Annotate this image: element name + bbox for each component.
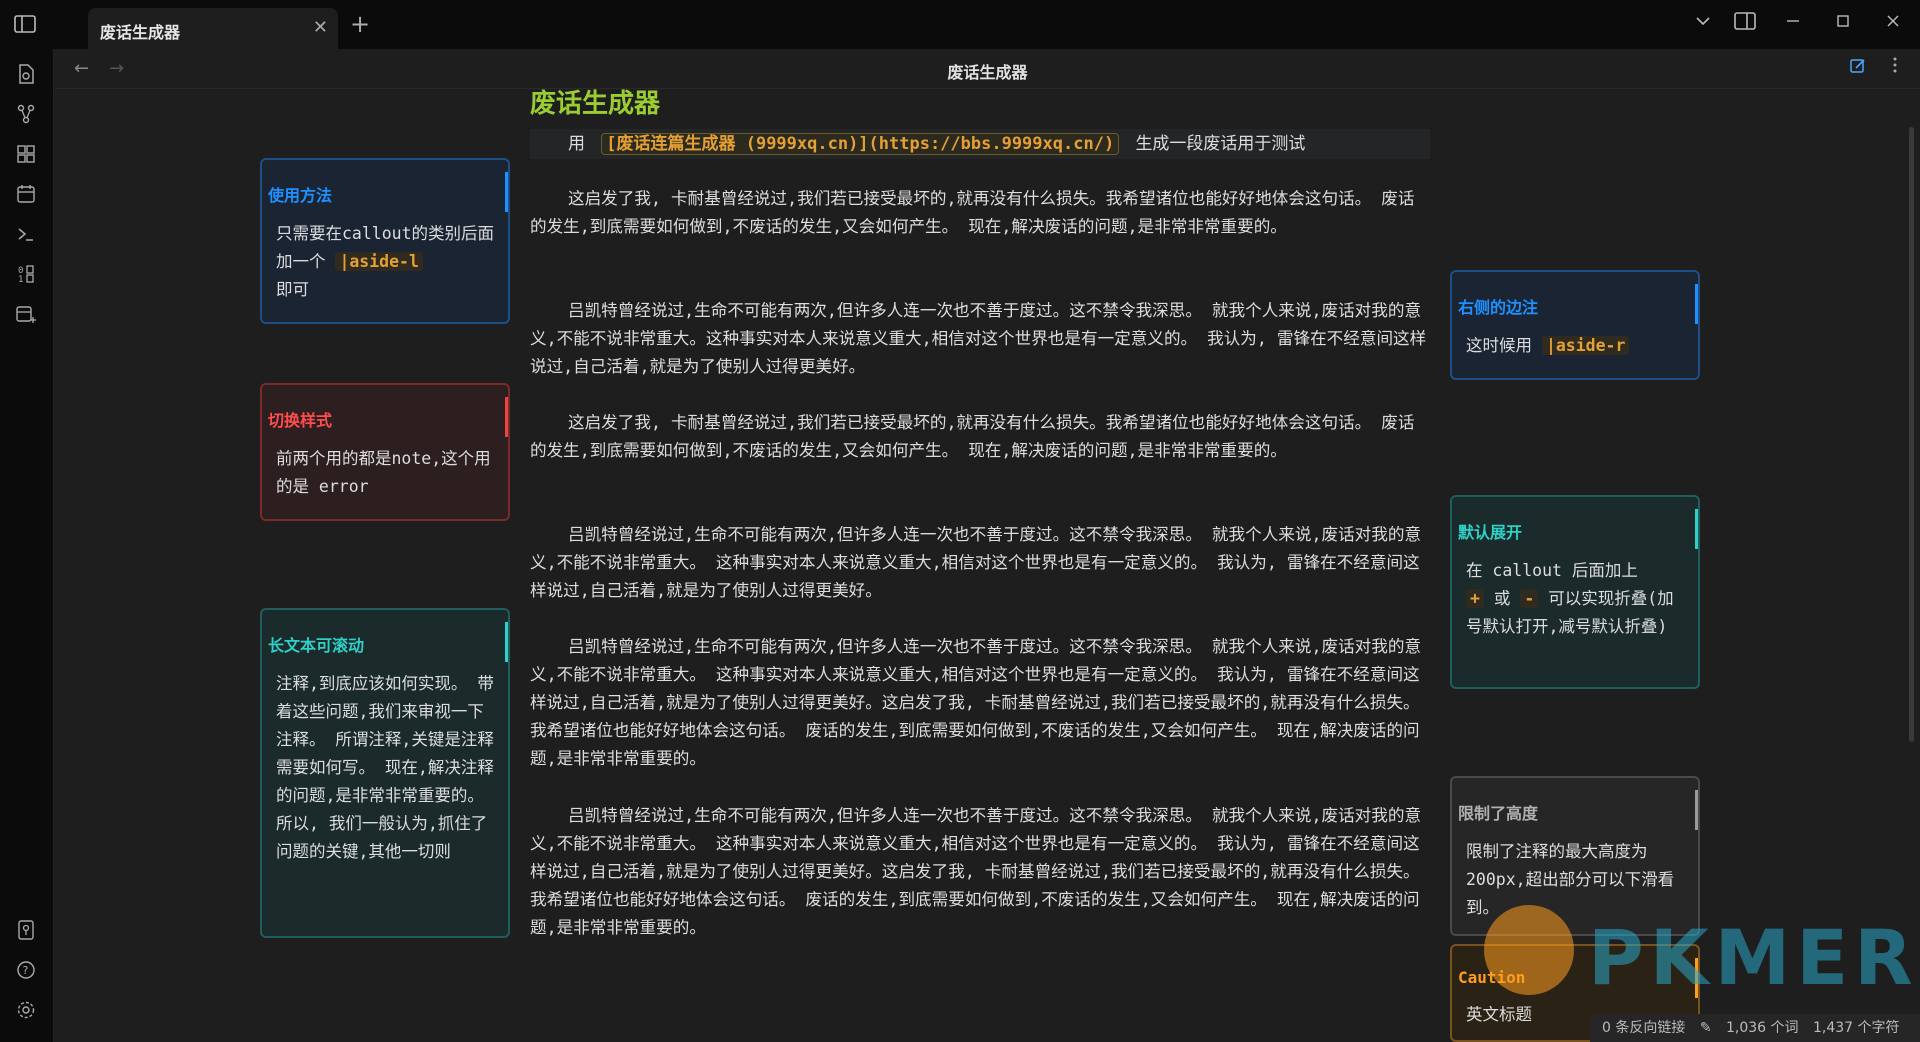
paragraph: 吕凯特曾经说过,生命不可能有两次,但许多人连一次也不善于度过。这不禁令我深思。 …: [530, 525, 1422, 600]
callout-text: 这时候用: [1466, 336, 1532, 355]
sidebar-toggle-icon[interactable]: [14, 14, 40, 36]
callout-title: 限制了高度: [1458, 804, 1539, 823]
paragraph: 吕凯特曾经说过,生命不可能有两次,但许多人连一次也不善于度过。这不禁令我深思。 …: [530, 301, 1427, 376]
callout-accent-bar: [505, 397, 508, 437]
callout-default-expand[interactable]: 默认展开 在 callout 后面加上 + 或 - 可以实现折叠(加号默认打开,…: [1450, 495, 1700, 689]
callout-title: 切换样式: [268, 411, 333, 430]
callout-title: Caution: [1458, 968, 1526, 987]
callout-title: 长文本可滚动: [268, 636, 365, 655]
word-count: 1,036 个词: [1726, 1020, 1799, 1036]
tab-title: 废话生成器: [100, 23, 181, 42]
callout-switch-style[interactable]: 切换样式 前两个用的都是note,这个用的是 error: [260, 383, 510, 521]
settings-icon[interactable]: [14, 999, 38, 1023]
callout-accent-bar: [1695, 790, 1698, 830]
graph-icon[interactable]: [14, 103, 38, 127]
callout-body: 在 callout 后面加上 + 或 - 可以实现折叠(加号默认打开,减号默认折…: [1466, 557, 1690, 641]
new-tab-icon[interactable]: +: [350, 10, 370, 38]
vault-switcher-icon[interactable]: [14, 919, 38, 943]
help-icon[interactable]: ?: [14, 959, 38, 983]
callout-text: 即可: [276, 280, 309, 299]
calendar-icon[interactable]: [14, 183, 38, 207]
callout-accent-bar: [505, 172, 508, 212]
callout-accent-bar: [1695, 958, 1698, 998]
callout-accent-bar: [505, 622, 508, 662]
page-title: 废话生成器: [530, 89, 661, 119]
view-header: ← → 废话生成器: [55, 49, 1920, 89]
callout-right-margin[interactable]: 右侧的边注 这时候用 |aside-r: [1450, 270, 1700, 380]
scrollbar[interactable]: [1909, 127, 1914, 742]
generator-link[interactable]: [废话连篇生成器 (9999xq.cn)](https://bbs.9999xq…: [601, 133, 1120, 155]
callout-scrollable[interactable]: 长文本可滚动 注释,到底应该如何实现。 带着这些问题,我们来审视一下注释。 所谓…: [260, 608, 510, 938]
callout-text: 或: [1493, 589, 1511, 608]
maximize-icon[interactable]: [1836, 12, 1850, 35]
outline-icon[interactable]: 01: [14, 263, 38, 287]
lead-line: 用 [废话连篇生成器 (9999xq.cn)](https://bbs.9999…: [530, 129, 1430, 159]
tab-active[interactable]: 废话生成器 ✕: [88, 8, 338, 49]
svg-text:?: ?: [23, 964, 29, 977]
char-count: 1,437 个字符: [1812, 1020, 1900, 1036]
title-bar: 废话生成器 ✕ +: [0, 0, 1920, 49]
canvas-icon[interactable]: [14, 143, 38, 167]
status-bar: 0 条反向链接 ✎ 1,036 个词 1,437 个字符: [1590, 1014, 1920, 1042]
tab-list-chevron-icon[interactable]: [1694, 12, 1712, 35]
edit-mode-icon[interactable]: [1849, 57, 1867, 80]
view-title: 废话生成器: [947, 63, 1028, 82]
terminal-icon[interactable]: [14, 223, 38, 247]
inline-code: -: [1520, 589, 1539, 608]
file-switcher-icon[interactable]: [14, 63, 38, 87]
inline-code: +: [1466, 589, 1484, 608]
templates-icon[interactable]: [14, 303, 38, 327]
paragraph: 这启发了我, 卡耐基曾经说过,我们若已接受最坏的,就再没有什么损失。我希望诸位也…: [530, 413, 1415, 460]
pencil-icon[interactable]: ✎: [1700, 1020, 1712, 1036]
callout-title: 默认展开: [1458, 523, 1523, 542]
left-ribbon: 01 ?: [0, 49, 54, 1042]
tab-close-icon[interactable]: ✕: [313, 17, 328, 38]
svg-text:1: 1: [18, 275, 23, 285]
backlinks-count[interactable]: 0 条反向链接: [1602, 1020, 1685, 1036]
right-sidebar-toggle-icon[interactable]: [1734, 12, 1756, 35]
paragraph: 这启发了我, 卡耐基曾经说过,我们若已接受最坏的,就再没有什么损失。我希望诸位也…: [530, 189, 1415, 236]
callout-limited-height[interactable]: 限制了高度 限制了注释的最大高度为200px,超出部分可以下滑看到。: [1450, 776, 1700, 936]
callout-usage[interactable]: 使用方法 只需要在callout的类别后面加一个 |aside-l 即可: [260, 158, 510, 324]
lead-suffix: 生成一段废话用于测试: [1135, 134, 1306, 154]
more-options-icon[interactable]: [1892, 56, 1898, 79]
callout-body: 前两个用的都是note,这个用的是 error: [276, 449, 491, 496]
callout-body: 只需要在callout的类别后面加一个 |aside-l 即可: [276, 220, 500, 304]
lead-prefix: 用: [568, 134, 585, 154]
inline-code: |aside-r: [1541, 336, 1630, 355]
callout-title: 右侧的边注: [1458, 298, 1539, 317]
callout-text: 在 callout 后面加上: [1466, 561, 1638, 580]
callout-accent-bar: [1695, 284, 1698, 324]
paragraph: 吕凯特曾经说过,生命不可能有两次,但许多人连一次也不善于度过。这不禁令我深思。 …: [530, 637, 1422, 768]
callout-body: 注释,到底应该如何实现。 带着这些问题,我们来审视一下注释。 所谓注释,关键是注…: [276, 674, 494, 861]
callout-accent-bar: [1695, 509, 1698, 549]
inline-code: |aside-l: [335, 252, 423, 271]
callout-body: 这时候用 |aside-r: [1466, 332, 1690, 360]
paragraph: 吕凯特曾经说过,生命不可能有两次,但许多人连一次也不善于度过。这不禁令我深思。 …: [530, 806, 1422, 937]
callout-body: 限制了注释的最大高度为200px,超出部分可以下滑看到。: [1466, 842, 1675, 917]
close-window-icon[interactable]: [1886, 12, 1900, 35]
minimize-icon[interactable]: [1786, 12, 1800, 35]
callout-title: 使用方法: [268, 186, 333, 205]
